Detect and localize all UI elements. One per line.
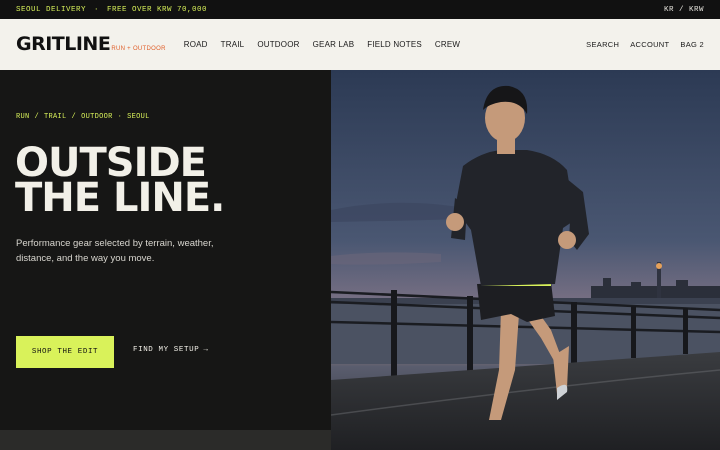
breadcrumb-outdoor: OUTDOOR bbox=[81, 113, 113, 121]
nav-menu: ROAD TRAIL OUTDOOR GEAR LAB FIELD NOTES … bbox=[184, 40, 460, 49]
account-link[interactable]: ACCOUNT bbox=[630, 40, 669, 49]
locale-switcher[interactable]: KR / KRW bbox=[664, 6, 704, 14]
bag-link[interactable]: BAG 2 bbox=[680, 40, 704, 49]
hero-image bbox=[331, 70, 720, 450]
find-my-setup-link[interactable]: FIND MY SETUP → bbox=[133, 346, 208, 354]
hero-panel: RUN / TRAIL / OUTDOOR · SEOUL OUTSIDE TH… bbox=[0, 70, 331, 430]
breadcrumb-run: RUN bbox=[16, 113, 30, 121]
shop-the-edit-button[interactable]: SHOP THE EDIT bbox=[16, 336, 114, 368]
arrow-right-icon: → bbox=[203, 346, 209, 354]
nav-item-road[interactable]: ROAD bbox=[184, 40, 208, 49]
separator-dot: · bbox=[94, 5, 100, 14]
nav-item-gear-lab[interactable]: GEAR LAB bbox=[313, 40, 355, 49]
bottom-strip bbox=[0, 430, 331, 450]
main-nav: GRITLINE RUN + OUTDOOR ROAD TRAIL OUTDOO… bbox=[0, 19, 720, 70]
brand-tagline: RUN + OUTDOOR bbox=[111, 46, 166, 52]
brand-logo[interactable]: GRITLINE bbox=[16, 35, 111, 54]
nav-item-field-notes[interactable]: FIELD NOTES bbox=[367, 40, 422, 49]
breadcrumb-dot: · bbox=[117, 113, 123, 121]
breadcrumb-sep: / bbox=[71, 113, 77, 121]
promo-text: SEOUL DELIVERY · FREE OVER KRW 70,000 bbox=[16, 6, 207, 14]
search-link[interactable]: SEARCH bbox=[586, 40, 619, 49]
hero-description: Performance gear selected by terrain, we… bbox=[16, 238, 214, 264]
breadcrumb-trail: TRAIL bbox=[44, 113, 67, 121]
breadcrumb-seoul: SEOUL bbox=[127, 113, 150, 121]
announcement-bar: SEOUL DELIVERY · FREE OVER KRW 70,000 KR… bbox=[0, 0, 720, 19]
utility-links: SEARCH ACCOUNT BAG 2 bbox=[586, 40, 704, 49]
hero-headline: OUTSIDE THE LINE. bbox=[15, 143, 225, 221]
nav-item-trail[interactable]: TRAIL bbox=[221, 40, 245, 49]
headline-line-2: THE LINE. bbox=[15, 175, 225, 221]
find-my-setup-label: FIND MY SETUP bbox=[133, 346, 200, 354]
brand[interactable]: GRITLINE RUN + OUTDOOR bbox=[16, 35, 166, 54]
runner-photo bbox=[331, 70, 720, 450]
nav-item-outdoor[interactable]: OUTDOOR bbox=[257, 40, 299, 49]
shipping-text: FREE OVER KRW 70,000 bbox=[107, 5, 208, 14]
delivery-text: SEOUL DELIVERY bbox=[16, 5, 87, 14]
hero-breadcrumb: RUN / TRAIL / OUTDOOR · SEOUL bbox=[16, 113, 150, 121]
nav-item-crew[interactable]: CREW bbox=[435, 40, 460, 49]
breadcrumb-sep: / bbox=[34, 113, 40, 121]
